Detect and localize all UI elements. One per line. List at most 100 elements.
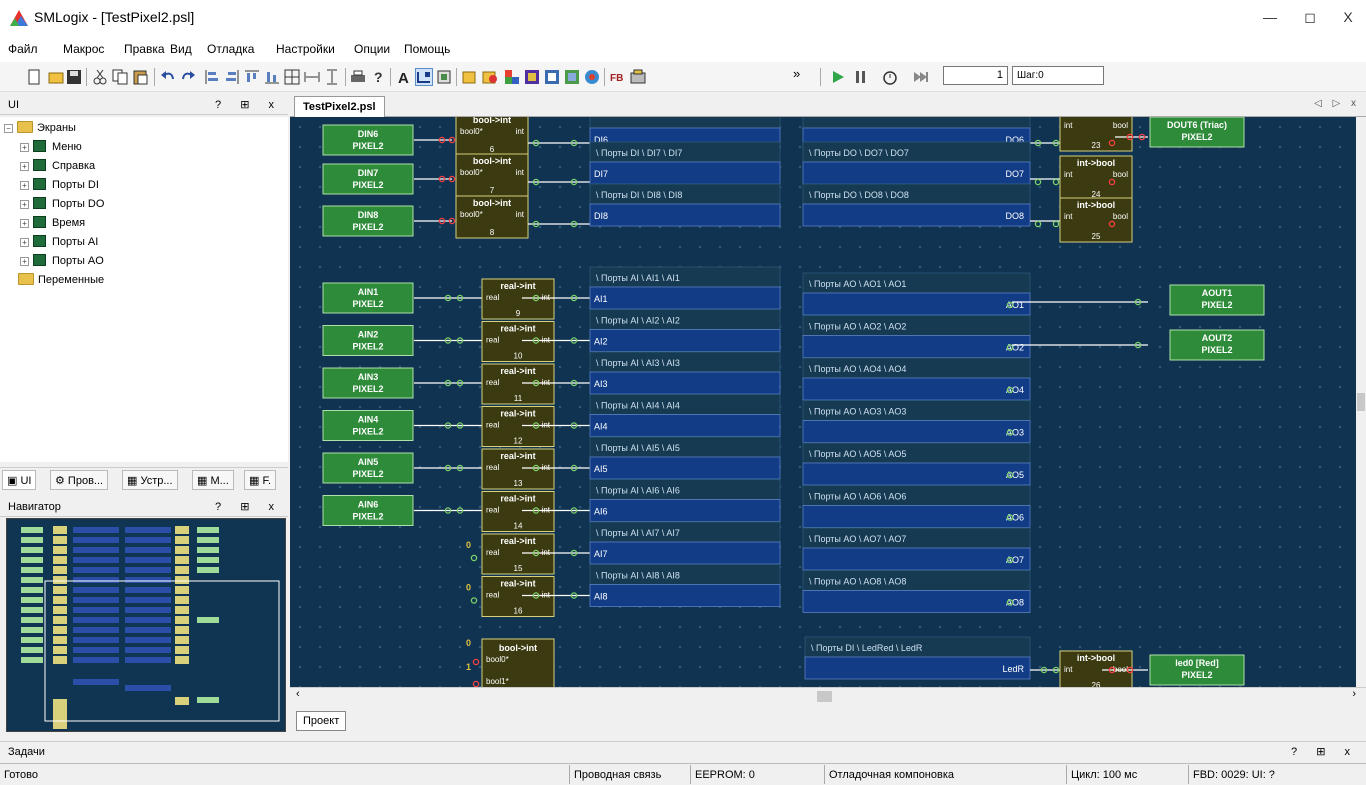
real-int-block[interactable]: real->intrealint11: [481, 363, 555, 405]
menu-help[interactable]: Помощь: [404, 42, 450, 56]
output-block[interactable]: led0 [Red] PIXEL2: [1149, 654, 1245, 686]
minimize-button[interactable]: —: [1252, 6, 1288, 28]
collapse-icon[interactable]: −: [4, 124, 13, 133]
input-block[interactable]: AIN6 PIXEL2: [322, 495, 414, 526]
menu-file[interactable]: Файл: [8, 42, 38, 56]
run-icon[interactable]: [830, 69, 846, 85]
port-body[interactable]: [589, 541, 781, 565]
fbd-canvas[interactable]: DIN6PIXEL2bool->intbool0*int6DI6DO6int->…: [290, 117, 1358, 687]
library-open-icon[interactable]: [482, 69, 498, 85]
upload-icon[interactable]: [564, 69, 580, 85]
tab-testpixel2[interactable]: TestPixel2.psl: [294, 96, 385, 117]
port-block[interactable]: \ Порты DO \ DO8 \ DO8 DO8: [802, 183, 1031, 227]
port-body[interactable]: [589, 414, 781, 437]
new-file-icon[interactable]: [26, 69, 42, 85]
output-block[interactable]: AOUT1 PIXEL2: [1169, 284, 1265, 316]
bool-int-block[interactable]: bool->int bool0* int 8: [455, 195, 529, 239]
input-block[interactable]: AIN1 PIXEL2: [322, 282, 414, 314]
tab-devices[interactable]: ▦ Устр...: [122, 470, 178, 490]
block-tool-icon[interactable]: [436, 69, 452, 85]
vertical-scroll-thumb[interactable]: [1357, 393, 1365, 411]
port-block[interactable]: \ Порты AI \ AI1 \ AI1 AI1: [589, 266, 781, 310]
output-block[interactable]: DOUT6 (Triac) PIXEL2: [1149, 117, 1245, 148]
port-block[interactable]: \ Порты AI \ AI2 \ AI2 AI2: [589, 309, 781, 352]
port-body[interactable]: [589, 499, 781, 522]
tab-f[interactable]: ▦ F.: [244, 470, 277, 490]
port-block[interactable]: \ Порты DI \ LedRed \ LedR LedR: [804, 636, 1031, 680]
same-height-icon[interactable]: [324, 69, 340, 85]
tab-project[interactable]: Проект: [296, 711, 347, 731]
menu-debug[interactable]: Отладка: [207, 42, 254, 56]
navigator-controls[interactable]: ? ⊞ x: [215, 497, 282, 517]
open-file-icon[interactable]: [48, 69, 64, 85]
step-count-input[interactable]: 1: [943, 66, 1008, 85]
undo-icon[interactable]: [160, 69, 176, 85]
copy-icon[interactable]: [112, 69, 128, 85]
port-body[interactable]: [802, 505, 1031, 528]
int-bool-block[interactable]: int->boolint bool24: [1059, 155, 1133, 201]
navigator-minimap[interactable]: [7, 519, 286, 732]
tree-item-variables[interactable]: Переменные: [18, 271, 104, 290]
input-block[interactable]: AIN3 PIXEL2: [322, 367, 414, 399]
tab-checks[interactable]: ⚙ Пров...: [50, 470, 109, 490]
port-block[interactable]: \ Порты AI \ AI3 \ AI3 AI3: [589, 351, 781, 395]
port-body[interactable]: [802, 161, 1031, 185]
timer-icon[interactable]: [882, 69, 898, 85]
port-block[interactable]: \ Порты AI \ AI8 \ AI8 AI8: [589, 564, 781, 607]
int-bool-block[interactable]: int->boolint bool26: [1059, 650, 1133, 687]
port-block[interactable]: \ Порты AI \ AI7 \ AI7 AI7: [589, 521, 781, 565]
tree-item-help[interactable]: + Справка: [20, 157, 95, 176]
wire-tool-icon[interactable]: [415, 68, 433, 86]
close-button[interactable]: X: [1330, 6, 1366, 28]
expand-icon[interactable]: +: [20, 143, 29, 152]
align-top-icon[interactable]: [244, 69, 260, 85]
real-int-block[interactable]: real->intrealint14: [481, 491, 555, 532]
menu-options[interactable]: Опции: [354, 42, 390, 56]
port-body[interactable]: [589, 203, 781, 227]
port-body[interactable]: [589, 456, 781, 480]
port-block[interactable]: \ Порты AO \ AO3 \ AO3 AO3: [802, 400, 1031, 443]
port-body[interactable]: [802, 377, 1031, 401]
expand-icon[interactable]: +: [20, 162, 29, 171]
menu-macro[interactable]: Макрос: [63, 42, 104, 56]
tree-item-ports-ai[interactable]: + Порты AI: [20, 233, 98, 252]
fbd-diagram[interactable]: DIN6PIXEL2bool->intbool0*int6DI6DO6int->…: [290, 117, 1358, 687]
menu-settings[interactable]: Настройки: [276, 42, 335, 56]
port-block[interactable]: \ Порты AO \ AO4 \ AO4 AO4: [802, 357, 1031, 401]
real-int-block[interactable]: real->intrealint13: [481, 448, 555, 490]
tasks-controls[interactable]: ? ⊞ x: [1291, 742, 1358, 763]
align-right-icon[interactable]: [224, 69, 240, 85]
build-icon[interactable]: [524, 69, 540, 85]
grid-icon[interactable]: [284, 69, 300, 85]
port-body[interactable]: [589, 371, 781, 395]
save-icon[interactable]: [66, 69, 82, 85]
restore-button[interactable]: ◻: [1292, 6, 1328, 28]
int-bool-block[interactable]: int->bool int bool 23: [1059, 117, 1133, 152]
expand-icon[interactable]: +: [20, 219, 29, 228]
tree-item-ports-ao[interactable]: + Порты AO: [20, 252, 104, 271]
tree-item-menu[interactable]: + Меню: [20, 138, 82, 157]
tree-item-time[interactable]: + Время: [20, 214, 85, 233]
vertical-scrollbar[interactable]: [1356, 117, 1366, 687]
port-block[interactable]: \ Порты DI \ DI8 \ DI8 DI8: [589, 183, 781, 227]
align-bottom-icon[interactable]: [264, 69, 280, 85]
expand-icon[interactable]: +: [20, 200, 29, 209]
port-block[interactable]: \ Порты AO \ AO8 \ AO8 AO8: [802, 570, 1031, 613]
tree-item-ports-do[interactable]: + Порты DO: [20, 195, 104, 214]
connect-icon[interactable]: [584, 69, 600, 85]
port-body[interactable]: [802, 547, 1031, 571]
port-block[interactable]: \ Порты AO \ AO1 \ AO1AO1: [802, 272, 1031, 316]
port-body[interactable]: [802, 292, 1031, 316]
ui-panel-controls[interactable]: ? ⊞ x: [215, 95, 282, 115]
input-block[interactable]: DIN8 PIXEL2: [322, 205, 414, 237]
port-block[interactable]: \ Порты AI \ AI4 \ AI4 AI4: [589, 394, 781, 437]
port-block[interactable]: \ Порты AO \ AO7 \ AO7 AO7: [802, 527, 1031, 571]
expand-icon[interactable]: +: [20, 181, 29, 190]
tab-scroll-arrows[interactable]: ◁ ▷ x: [1314, 98, 1360, 109]
horizontal-scroll-thumb[interactable]: [817, 691, 832, 702]
port-body[interactable]: [589, 161, 781, 185]
project-icon[interactable]: [630, 69, 646, 85]
port-block[interactable]: \ Порты DO \ DO7 \ DO7 DO7: [802, 141, 1031, 185]
input-block[interactable]: AIN2 PIXEL2: [322, 325, 414, 356]
expand-icon[interactable]: +: [20, 238, 29, 247]
